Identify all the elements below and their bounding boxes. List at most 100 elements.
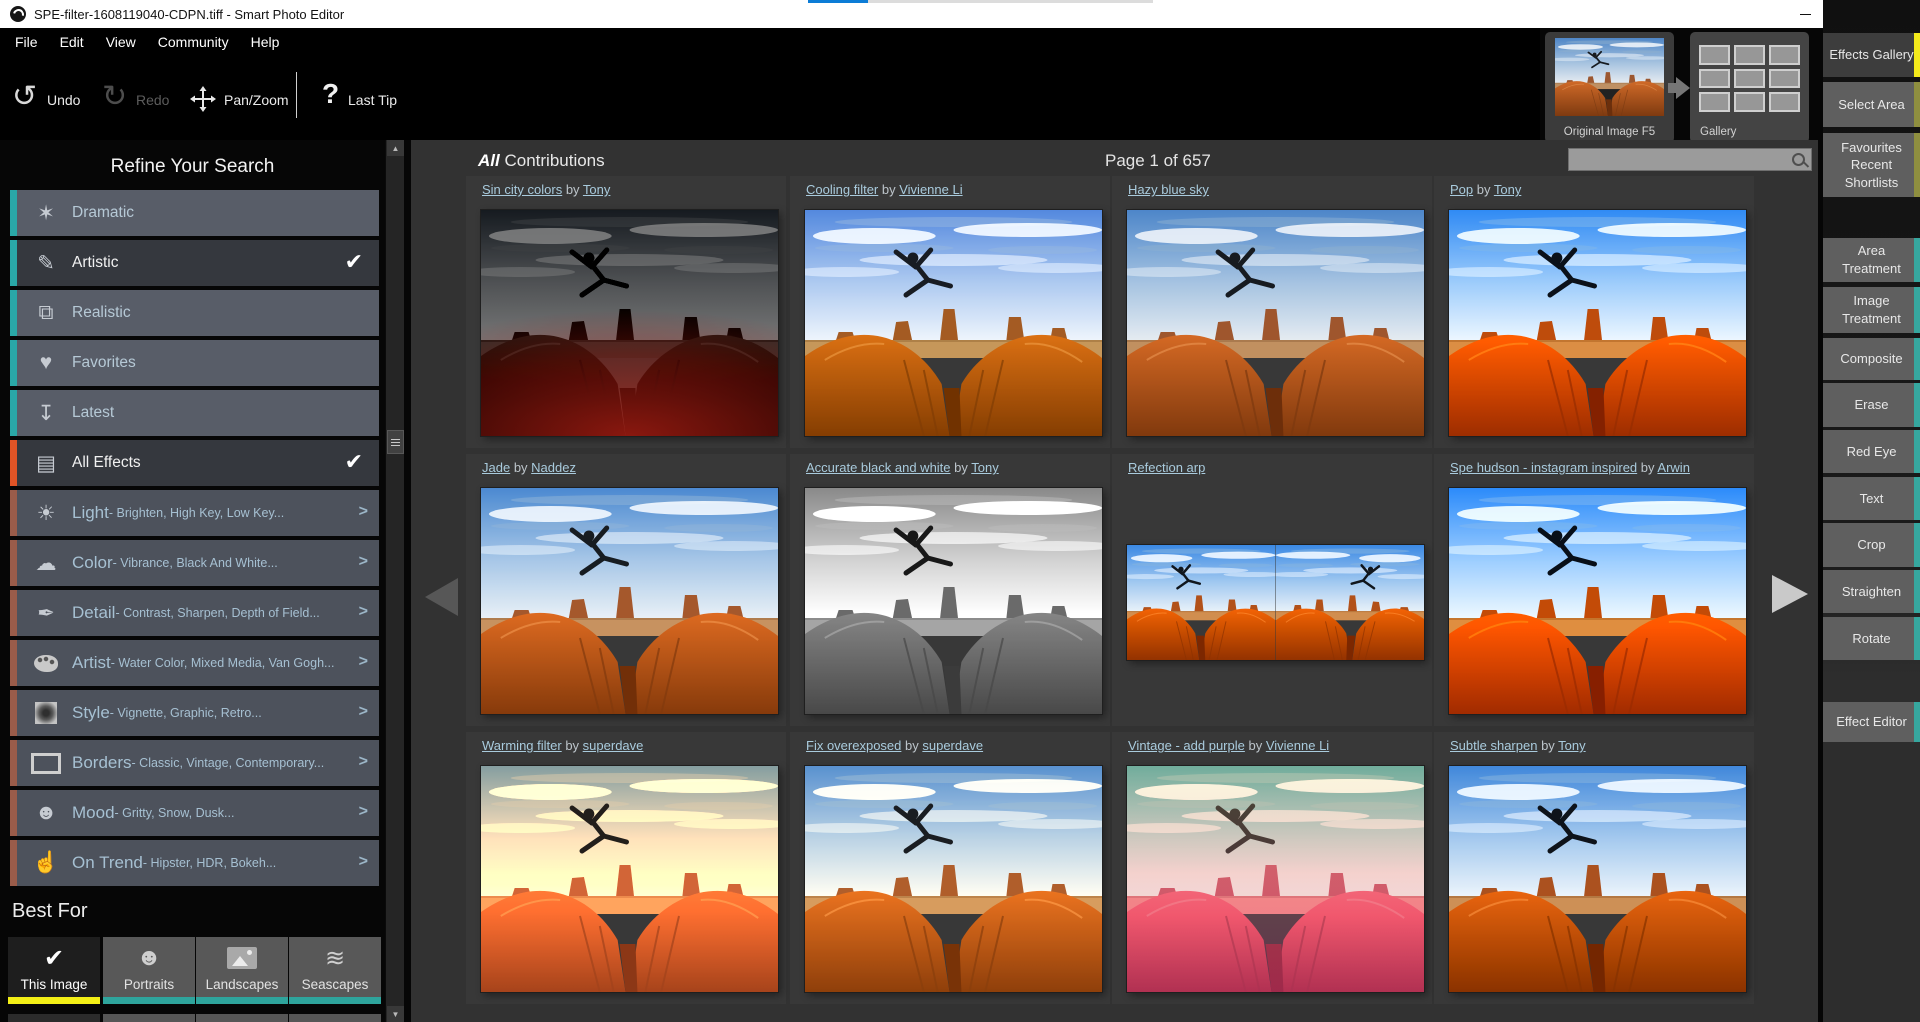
best-for-partial-button[interactable] [103,1014,195,1022]
filter-preview-image[interactable] [805,210,1102,436]
rail-button-erase[interactable]: Erase [1823,383,1920,427]
best-for-seascapes[interactable]: ≋Seascapes [289,937,381,1004]
menu-item-help[interactable]: Help [240,28,291,56]
thumb-icon: ☝ [28,840,64,886]
gallery-tile-jade: Jade by Naddez [466,454,786,726]
gallery-card[interactable]: Gallery [1690,32,1809,143]
help-icon[interactable]: ? [322,78,339,110]
tile-name-link[interactable]: Spe hudson - instagram inspired [1450,460,1637,475]
undo-button[interactable]: Undo [47,92,80,108]
sidebar-item-latest[interactable]: ↧Latest [10,390,379,436]
tile-author-link[interactable]: superdave [583,738,644,753]
last-tip-button[interactable]: Last Tip [348,92,397,108]
tile-author-link[interactable]: superdave [922,738,983,753]
sidebar-item-all-effects[interactable]: ▤All Effects✔ [10,440,379,486]
tile-name-link[interactable]: Jade [482,460,510,475]
search-input[interactable] [1571,150,1793,171]
tile-author-link[interactable]: Naddez [531,460,576,475]
menu-item-file[interactable]: File [4,28,49,56]
filter-preview-image[interactable] [1127,766,1424,992]
tile-name-link[interactable]: Fix overexposed [806,738,901,753]
tile-author-link[interactable]: Tony [583,182,610,197]
tile-author-link[interactable]: Tony [971,460,998,475]
feather-icon: ✒ [28,590,64,636]
sidebar-item-style[interactable]: Style - Vignette, Graphic, Retro...> [10,690,379,736]
rail-accent-strip [1914,702,1920,742]
tile-title: Pop by Tony [1450,182,1521,197]
best-for-landscapes[interactable]: Landscapes [196,937,288,1004]
rail-button-text[interactable]: Text [1823,477,1920,520]
original-image-card[interactable]: Original Image F5 [1545,32,1674,143]
sidebar-item-color[interactable]: ☁Color - Vibrance, Black And White...> [10,540,379,586]
best-for-this-image[interactable]: ✔This Image [8,937,100,1004]
tile-name-link[interactable]: Cooling filter [806,182,878,197]
sidebar-item-realistic[interactable]: ⧉Realistic [10,290,379,336]
portrait-icon: ☻ [103,943,195,973]
next-page-arrow[interactable] [1772,575,1808,613]
menu-item-community[interactable]: Community [147,28,240,56]
undo-icon[interactable]: ↺ [12,82,37,112]
rail-accent-strip [1914,238,1920,282]
minimize-button[interactable] [1782,0,1828,28]
tile-name-link[interactable]: Sin city colors [482,182,562,197]
previous-page-arrow[interactable] [425,578,458,616]
sidebar-item-borders[interactable]: Borders - Classic, Vintage, Contemporary… [10,740,379,786]
best-for-partial-button[interactable] [196,1014,288,1022]
sidebar-item-detail[interactable]: ✒Detail - Contrast, Sharpen, Depth of Fi… [10,590,379,636]
filter-preview-image[interactable] [481,210,778,436]
tile-name-link[interactable]: Warming filter [482,738,562,753]
scroll-up-icon[interactable]: ▲ [387,140,404,156]
sidebar-item-light[interactable]: ☀Light - Brighten, High Key, Low Key...> [10,490,379,536]
menu-item-view[interactable]: View [95,28,147,56]
menu-item-edit[interactable]: Edit [49,28,95,56]
filter-preview-image[interactable] [1449,488,1746,714]
rail-button-effects-gallery[interactable]: Effects Gallery [1823,33,1920,77]
tile-author-link[interactable]: Vivienne Li [899,182,962,197]
rail-button-effect-editor[interactable]: Effect Editor [1823,702,1920,742]
rail-button-area-treatment[interactable]: Area Treatment [1823,238,1920,282]
tile-name-link[interactable]: Pop [1450,182,1473,197]
rail-button-red-eye[interactable]: Red Eye [1823,430,1920,473]
tile-name-link[interactable]: Vintage - add purple [1128,738,1245,753]
tile-name-link[interactable]: Hazy blue sky [1128,182,1209,197]
sidebar-scrollbar[interactable]: ▲ ▼ [385,140,404,1022]
gallery-tile-vintage-add-purple: Vintage - add purple by Vivienne Li [1112,732,1432,1004]
filter-preview-image[interactable] [1127,210,1424,436]
pan-zoom-button[interactable]: Pan/Zoom [224,92,289,108]
filter-preview-image[interactable] [1449,210,1746,436]
tile-name-link[interactable]: Accurate black and white [806,460,951,475]
pan-zoom-icon[interactable] [190,86,216,112]
tile-name-link[interactable]: Subtle sharpen [1450,738,1537,753]
best-for-label: Landscapes [196,977,288,992]
rail-button-image-treatment[interactable]: Image Treatment [1823,287,1920,333]
search-icon[interactable] [1792,153,1805,166]
tile-name-link[interactable]: Refection arp [1128,460,1205,475]
best-for-portraits[interactable]: ☻Portraits [103,937,195,1004]
rail-button-rotate[interactable]: Rotate [1823,617,1920,660]
tile-author-link[interactable]: Arwin [1657,460,1690,475]
filter-preview-image[interactable] [1449,766,1746,992]
filter-preview-image[interactable] [481,488,778,714]
rail-button-composite[interactable]: Composite [1823,338,1920,380]
best-for-partial-button[interactable] [289,1014,381,1022]
sidebar-item-mood[interactable]: ☻Mood - Gritty, Snow, Dusk...> [10,790,379,836]
sidebar-item-artist[interactable]: Artist - Water Color, Mixed Media, Van G… [10,640,379,686]
filter-preview-image[interactable] [805,488,1102,714]
best-for-partial-button[interactable] [8,1014,100,1022]
rail-button-favourites-recent-shortlists[interactable]: Favourites Recent Shortlists [1823,133,1920,197]
filter-preview-image[interactable] [805,766,1102,992]
sidebar-item-dramatic[interactable]: ✶Dramatic [10,190,379,236]
rail-button-crop[interactable]: Crop [1823,523,1920,567]
sidebar-item-on-trend[interactable]: ☝On Trend - Hipster, HDR, Bokeh...> [10,840,379,886]
tile-author-link[interactable]: Tony [1494,182,1521,197]
rail-button-select-area[interactable]: Select Area [1823,82,1920,127]
scrollbar-thumb[interactable] [387,430,404,454]
scroll-down-icon[interactable]: ▼ [387,1006,404,1022]
tile-author-link[interactable]: Tony [1558,738,1585,753]
filter-preview-image[interactable] [1127,545,1424,660]
tile-author-link[interactable]: Vivienne Li [1266,738,1329,753]
filter-preview-image[interactable] [481,766,778,992]
sidebar-item-favorites[interactable]: ♥Favorites [10,340,379,386]
rail-button-straighten[interactable]: Straighten [1823,570,1920,613]
sidebar-item-artistic[interactable]: ✎Artistic✔ [10,240,379,286]
